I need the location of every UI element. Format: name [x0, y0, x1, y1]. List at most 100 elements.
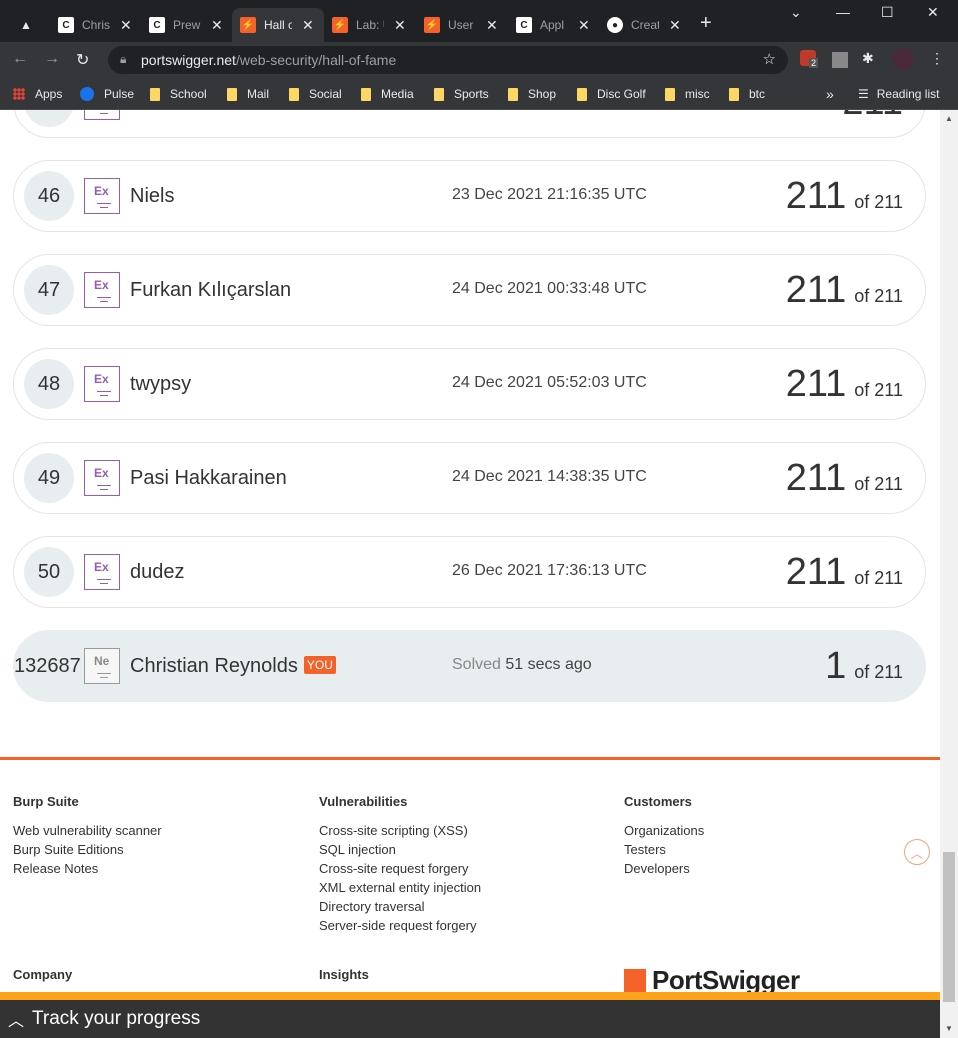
scroll-to-top-button[interactable]: ︿: [904, 839, 930, 865]
c-icon: C: [149, 17, 165, 33]
close-icon[interactable]: ✕: [394, 17, 406, 34]
close-icon[interactable]: ✕: [211, 17, 223, 34]
bookmark-star-icon[interactable]: ☆: [763, 50, 776, 68]
score-total: of 211: [854, 474, 903, 494]
page-scrollbar[interactable]: ▲ ▼: [940, 110, 958, 1038]
folder-icon: [665, 87, 675, 101]
score: 211 of 211: [786, 457, 903, 500]
rank-number: 47: [24, 265, 74, 315]
score-value: 211: [785, 551, 847, 593]
close-icon[interactable]: ✕: [120, 17, 132, 34]
tab-2[interactable]: C Prew ✕: [141, 8, 231, 42]
c-icon: C: [58, 17, 74, 33]
close-icon[interactable]: ✕: [486, 17, 498, 34]
expert-badge-icon: Ex: [84, 366, 120, 402]
footer-link[interactable]: XML external entity injection: [319, 878, 481, 897]
bookmarks-overflow-button[interactable]: »: [826, 84, 834, 104]
menu-icon[interactable]: ⋮: [930, 50, 946, 66]
user-name: Furkan Kılıçarslan: [130, 279, 292, 301]
reading-list-icon: ☰: [858, 87, 869, 101]
expert-badge-icon: Ex: [84, 554, 120, 590]
footer-link[interactable]: Developers: [624, 859, 704, 878]
score-total: of 211: [854, 286, 903, 306]
expert-badge-icon: Ex: [84, 460, 120, 496]
back-button[interactable]: ←: [12, 50, 28, 68]
new-tab-button[interactable]: +: [700, 12, 712, 35]
table-row: Ex 211: [13, 110, 926, 138]
expert-badge-icon: Ex: [84, 178, 120, 214]
tab-5[interactable]: ⚡ User ✕: [416, 8, 508, 42]
scroll-up-arrow-icon[interactable]: ▲: [945, 114, 953, 123]
reading-list-button[interactable]: ☰ Reading list: [858, 84, 939, 104]
tab-1[interactable]: C Chris ✕: [50, 8, 140, 42]
current-user-row: 132687 Ne Christian Reynolds YOU Solved 5…: [13, 630, 926, 702]
close-icon[interactable]: ✕: [578, 17, 590, 34]
tab-7[interactable]: ● Creat ✕: [599, 8, 691, 42]
table-row: 46 Ex Niels 23 Dec 2021 21:16:35 UTC 211…: [13, 160, 926, 232]
forward-button[interactable]: →: [44, 50, 60, 68]
tab-search-icon[interactable]: ⌄: [790, 4, 802, 21]
score-value: 1: [825, 645, 847, 687]
user-name: Christian Reynolds YOU: [130, 655, 336, 678]
score-value: 211: [785, 269, 847, 311]
rank-number: 49: [24, 453, 74, 503]
bookmark-school[interactable]: School: [150, 84, 207, 104]
score-value: 211: [785, 457, 847, 499]
bookmark-discgolf[interactable]: Disc Golf: [577, 84, 646, 104]
minimize-button[interactable]: —: [836, 4, 850, 20]
track-progress-bar[interactable]: ︿ Track your progress: [0, 992, 940, 1038]
bookmark-pulse[interactable]: Pulse: [80, 84, 134, 104]
table-row: 49 Ex Pasi Hakkarainen 24 Dec 2021 14:38…: [13, 442, 926, 514]
ublock-icon[interactable]: 2: [800, 50, 819, 68]
bookmark-media[interactable]: Media: [361, 84, 414, 104]
close-window-button[interactable]: ✕: [927, 4, 939, 21]
github-icon: ●: [607, 17, 623, 33]
avatar[interactable]: [892, 48, 914, 70]
portswigger-icon: ⚡: [424, 17, 440, 33]
rank-number: 48: [24, 359, 74, 409]
address-bar[interactable]: 🔒︎ portswigger.net/web-security/hall-of-…: [108, 46, 788, 74]
newbie-badge-icon: Ne: [84, 648, 120, 684]
bookmark-shop[interactable]: Shop: [508, 84, 556, 104]
tab-6[interactable]: C Appl ✕: [508, 8, 599, 42]
expert-badge-icon: Ex: [84, 272, 120, 308]
scrollbar-thumb[interactable]: [943, 852, 955, 1002]
footer-link[interactable]: Cross-site request forgery: [319, 859, 481, 878]
bookmark-sports[interactable]: Sports: [434, 84, 489, 104]
user-name: twypsy: [130, 373, 192, 395]
footer-col-insights: Insights: [319, 967, 369, 982]
tab-4[interactable]: ⚡ Lab: U ✕: [324, 8, 416, 42]
footer-link[interactable]: Testers: [624, 840, 704, 859]
footer-link[interactable]: SQL injection: [319, 840, 481, 859]
tab-active[interactable]: ⚡ Hall o ✕: [232, 8, 324, 42]
tab-pinned[interactable]: ▲: [8, 8, 48, 42]
footer-link[interactable]: Release Notes: [13, 859, 162, 878]
footer-link[interactable]: Server-side request forgery: [319, 916, 481, 935]
footer-link[interactable]: Organizations: [624, 821, 704, 840]
bookmark-btc[interactable]: btc: [729, 84, 765, 104]
bookmark-misc[interactable]: misc: [665, 84, 710, 104]
expert-badge-icon: Ex: [84, 110, 120, 120]
c-icon: C: [516, 17, 532, 33]
footer-link[interactable]: Burp Suite Editions: [13, 840, 162, 859]
bookmark-social[interactable]: Social: [289, 84, 342, 104]
bell-icon: ▲: [20, 18, 32, 32]
puzzle-icon[interactable]: ✱: [862, 50, 878, 66]
footer-link[interactable]: Directory traversal: [319, 897, 481, 916]
footer-link[interactable]: Web vulnerability scanner: [13, 821, 162, 840]
reload-button[interactable]: ↻: [76, 50, 89, 70]
footer-col-customers: Customers Organizations Testers Develope…: [624, 794, 705, 878]
extension-icon[interactable]: [832, 52, 848, 68]
footer-col-company: Company: [13, 967, 73, 982]
score-total: of 211: [854, 192, 903, 212]
score: 211 of 211: [786, 175, 903, 218]
close-icon[interactable]: ✕: [302, 17, 314, 34]
bookmark-apps[interactable]: Apps: [13, 84, 62, 104]
footer-link[interactable]: Cross-site scripting (XSS): [319, 821, 481, 840]
maximize-button[interactable]: ☐: [881, 4, 894, 21]
close-icon[interactable]: ✕: [669, 17, 681, 34]
scroll-down-arrow-icon[interactable]: ▼: [945, 1024, 953, 1033]
folder-icon: [361, 87, 371, 101]
bookmark-mail[interactable]: Mail: [227, 84, 269, 104]
score: 211 of 211: [786, 551, 903, 594]
